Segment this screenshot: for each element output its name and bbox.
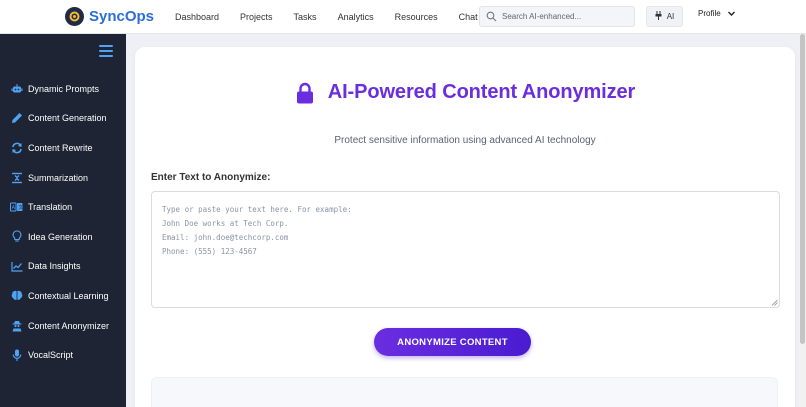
top-navbar: SyncOps Dashboard Projects Tasks Analyti… <box>0 0 806 34</box>
brand-name: SyncOps <box>89 8 155 25</box>
search-box <box>479 6 635 27</box>
compress-icon <box>10 171 23 184</box>
sidebar-item-content-rewrite[interactable]: Content Rewrite <box>0 133 126 163</box>
user-secret-icon <box>10 319 23 332</box>
brand[interactable]: SyncOps <box>65 7 175 26</box>
sidebar-item-idea-generation[interactable]: Idea Generation <box>0 222 126 252</box>
nav-projects[interactable]: Projects <box>240 12 273 22</box>
sidebar-item-label: Content Anonymizer <box>28 320 110 331</box>
sidebar-item-vocalscript[interactable]: VocalScript <box>0 340 126 370</box>
lightbulb-icon <box>10 230 23 243</box>
robot-icon <box>10 82 23 95</box>
svg-text:A: A <box>12 205 16 211</box>
main-nav: Dashboard Projects Tasks Analytics Resou… <box>175 12 499 22</box>
hamburger-menu-icon[interactable] <box>99 45 113 57</box>
ai-button-label: AI <box>666 12 675 21</box>
sidebar-item-label: Idea Generation <box>28 231 93 242</box>
text-input-label: Enter Text to Anonymize: <box>151 172 271 183</box>
nav-dashboard[interactable]: Dashboard <box>175 12 219 22</box>
sidebar-item-summarization[interactable]: Summarization <box>0 163 126 193</box>
sidebar-item-data-insights[interactable]: Data Insights <box>0 252 126 282</box>
sidebar-item-label: VocalScript <box>28 350 74 361</box>
sidebar-item-label: Content Generation <box>28 113 107 124</box>
anonymizer-card: AI-Powered Content Anonymizer Protect se… <box>135 47 795 407</box>
sidebar-item-label: Content Rewrite <box>28 142 93 153</box>
pen-icon <box>10 112 23 125</box>
page-title-row: AI-Powered Content Anonymizer <box>135 81 795 104</box>
page-subtitle: Protect sensitive information using adva… <box>334 135 596 146</box>
profile-dropdown[interactable]: Profile <box>698 9 736 18</box>
chart-line-icon <box>10 260 23 273</box>
search-input[interactable] <box>502 12 632 21</box>
sidebar-item-label: Translation <box>28 202 73 213</box>
brain-icon <box>10 289 23 302</box>
profile-label: Profile <box>698 9 721 18</box>
page-title: AI-Powered Content Anonymizer <box>327 81 636 103</box>
sidebar-item-content-anonymizer[interactable]: Content Anonymizer <box>0 311 126 341</box>
page-scrollbar[interactable] <box>799 34 806 407</box>
sidebar-menu: Dynamic Prompts Content Generation Conte… <box>0 74 126 370</box>
search-icon <box>485 11 497 23</box>
sidebar: Dynamic Prompts Content Generation Conte… <box>0 34 126 407</box>
nav-resources[interactable]: Resources <box>395 12 438 22</box>
sidebar-item-label: Contextual Learning <box>28 290 109 301</box>
microphone-icon <box>10 349 23 362</box>
result-panel <box>151 377 778 407</box>
sidebar-item-translation[interactable]: A文 Translation <box>0 192 126 222</box>
scrollbar-thumb[interactable] <box>800 34 805 344</box>
sidebar-item-content-generation[interactable]: Content Generation <box>0 104 126 134</box>
ai-button[interactable]: AI <box>646 6 683 27</box>
chevron-down-icon <box>727 11 735 16</box>
sync-icon <box>10 141 23 154</box>
sidebar-item-contextual-learning[interactable]: Contextual Learning <box>0 281 126 311</box>
nav-chat[interactable]: Chat <box>459 12 478 22</box>
resize-grip-icon[interactable] <box>771 299 778 306</box>
language-icon: A文 <box>10 201 23 214</box>
anonymize-content-button[interactable]: ANONYMIZE CONTENT <box>374 328 531 356</box>
sidebar-item-dynamic-prompts[interactable]: Dynamic Prompts <box>0 74 126 104</box>
lock-icon <box>296 82 313 103</box>
text-to-anonymize-input[interactable] <box>151 191 780 308</box>
sync-logo-icon <box>65 7 84 26</box>
nav-tasks[interactable]: Tasks <box>294 12 317 22</box>
sidebar-item-label: Dynamic Prompts <box>28 83 100 94</box>
sidebar-item-label: Data Insights <box>28 261 81 272</box>
svg-text:文: 文 <box>18 204 23 211</box>
plug-icon <box>655 11 662 22</box>
sidebar-item-label: Summarization <box>28 172 89 183</box>
nav-analytics[interactable]: Analytics <box>338 12 374 22</box>
